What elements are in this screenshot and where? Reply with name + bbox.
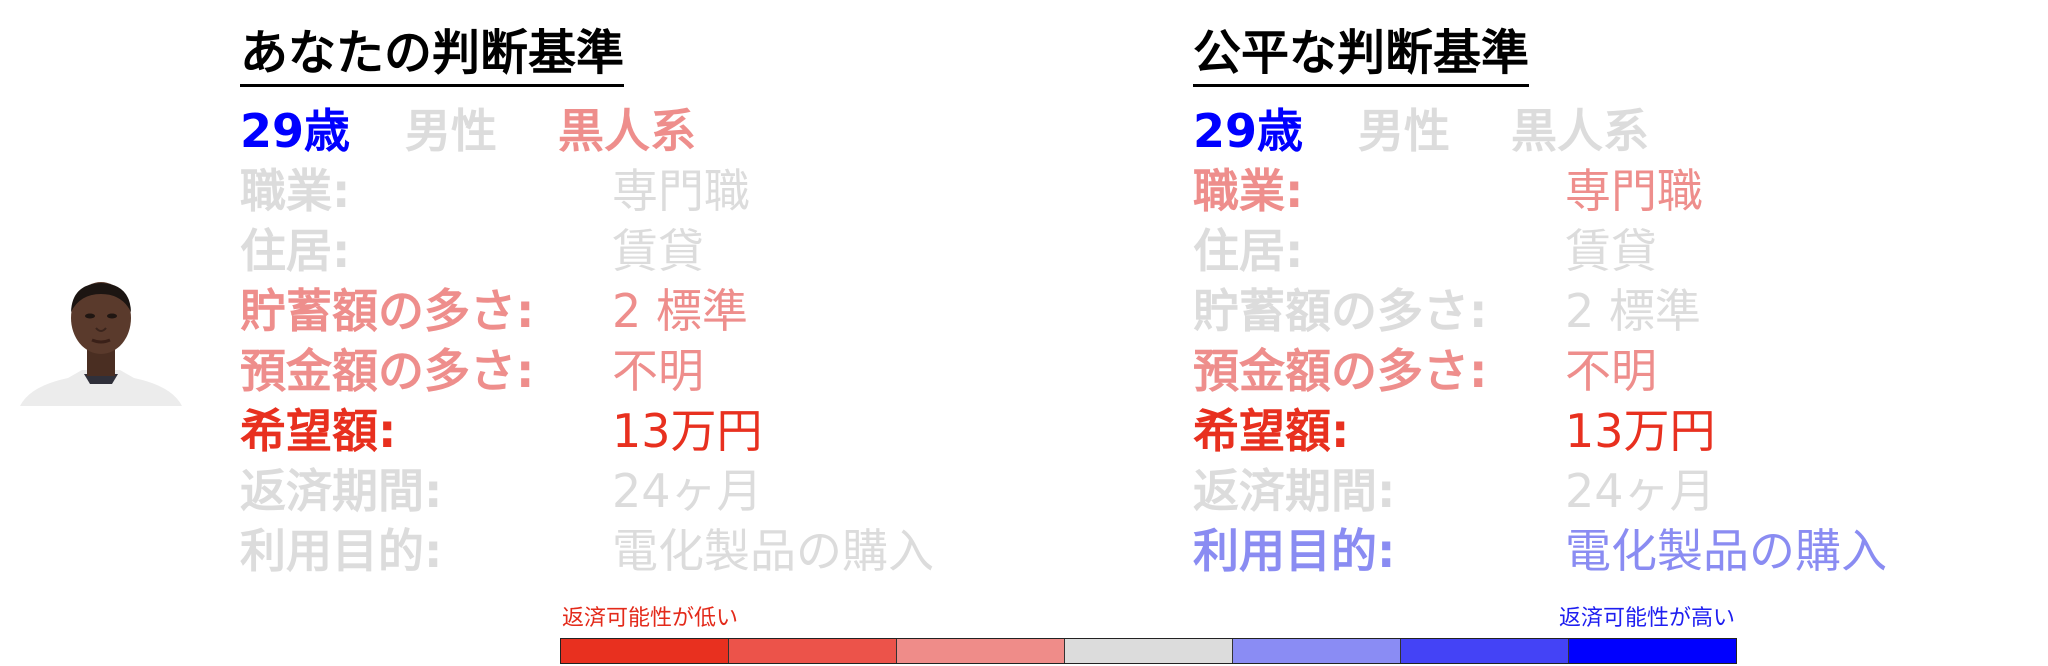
attribute-label: 預金額の多さ: (1193, 344, 1488, 398)
attribute-row-repayment-period: 返済期間: 24ヶ月 (1193, 461, 1716, 521)
age-text: 29歳 (240, 104, 351, 158)
attribute-value: 電化製品の購入 (612, 524, 934, 578)
attribute-label: 利用目的: (240, 524, 443, 578)
gender-text: 男性 (405, 104, 497, 158)
legend-swatch (1401, 639, 1569, 663)
attribute-row-housing: 住居: 賃貸 (240, 221, 704, 281)
attribute-label: 職業: (240, 164, 351, 218)
attribute-row-savings: 貯蓄額の多さ: 2 標準 (1193, 281, 1701, 341)
attribute-value: 不明 (612, 344, 704, 398)
attribute-row-requested-amount: 希望額: 13万円 (1193, 401, 1716, 461)
attribute-value: 電化製品の購入 (1565, 524, 1887, 578)
gender-text: 男性 (1358, 104, 1450, 158)
legend-low-label: 返済可能性が低い (562, 606, 739, 631)
race-text: 黒人系 (1511, 104, 1649, 158)
attribute-row-occupation: 職業: 専門職 (1193, 161, 1703, 221)
attribute-label: 希望額: (240, 404, 397, 458)
legend-swatch (561, 639, 729, 663)
attribute-row-deposits: 預金額の多さ: 不明 (240, 341, 704, 401)
attribute-value: 24ヶ月 (1565, 464, 1716, 518)
person-portrait-photo (20, 278, 182, 406)
attribute-row-savings: 貯蓄額の多さ: 2 標準 (240, 281, 748, 341)
attribute-value: 不明 (1565, 344, 1657, 398)
attribute-label: 返済期間: (1193, 464, 1396, 518)
attribute-row-purpose: 利用目的: 電化製品の購入 (1193, 521, 1887, 581)
legend-color-scale (560, 638, 1737, 664)
age-text: 29歳 (1193, 104, 1304, 158)
attribute-row-deposits: 預金額の多さ: 不明 (1193, 341, 1657, 401)
attribute-label: 住居: (1193, 224, 1304, 278)
attribute-value: 13万円 (1565, 404, 1716, 458)
attribute-row-occupation: 職業: 専門職 (240, 161, 750, 221)
race-text: 黒人系 (558, 104, 696, 158)
attribute-row-repayment-period: 返済期間: 24ヶ月 (240, 461, 763, 521)
legend-swatch (729, 639, 897, 663)
panel-title: 公平な判断基準 (1193, 22, 1530, 87)
panel-title: あなたの判断基準 (240, 22, 625, 87)
legend-high-label: 返済可能性が高い (1558, 606, 1735, 631)
your-criteria-panel: あなたの判断基準 29歳 男性 黒人系 職業: 専門職 住居: 賃貸 貯蓄額の多… (240, 22, 934, 581)
legend-swatch (1065, 639, 1233, 663)
attribute-value: 24ヶ月 (612, 464, 763, 518)
attribute-label: 貯蓄額の多さ: (1193, 284, 1488, 338)
attribute-label: 住居: (240, 224, 351, 278)
attribute-label: 預金額の多さ: (240, 344, 535, 398)
attribute-list: 職業: 専門職 住居: 賃貸 貯蓄額の多さ: 2 標準 預金額の多さ: 不明 希… (240, 161, 934, 581)
attribute-value: 賃貸 (612, 224, 704, 278)
repayment-likelihood-legend: 返済可能性が低い 返済可能性が高い (560, 606, 1737, 664)
attribute-row-housing: 住居: 賃貸 (1193, 221, 1657, 281)
legend-swatch (1233, 639, 1401, 663)
attribute-value: 13万円 (612, 404, 763, 458)
attribute-value: 2 標準 (1565, 284, 1701, 338)
legend-swatch (1569, 639, 1736, 663)
fair-criteria-panel: 公平な判断基準 29歳 男性 黒人系 職業: 専門職 住居: 賃貸 貯蓄額の多さ… (1193, 22, 1887, 581)
attribute-value: 2 標準 (612, 284, 748, 338)
demographics-line: 29歳 男性 黒人系 (240, 95, 696, 161)
legend-swatch (897, 639, 1065, 663)
attribute-label: 貯蓄額の多さ: (240, 284, 535, 338)
attribute-row-requested-amount: 希望額: 13万円 (240, 401, 763, 461)
attribute-value: 専門職 (1565, 164, 1703, 218)
demographics-line: 29歳 男性 黒人系 (1193, 95, 1649, 161)
attribute-label: 希望額: (1193, 404, 1350, 458)
attribute-row-purpose: 利用目的: 電化製品の購入 (240, 521, 934, 581)
attribute-label: 返済期間: (240, 464, 443, 518)
attribute-value: 専門職 (612, 164, 750, 218)
attribute-value: 賃貸 (1565, 224, 1657, 278)
attribute-label: 職業: (1193, 164, 1304, 218)
attribute-label: 利用目的: (1193, 524, 1396, 578)
attribute-list: 職業: 専門職 住居: 賃貸 貯蓄額の多さ: 2 標準 預金額の多さ: 不明 希… (1193, 161, 1887, 581)
